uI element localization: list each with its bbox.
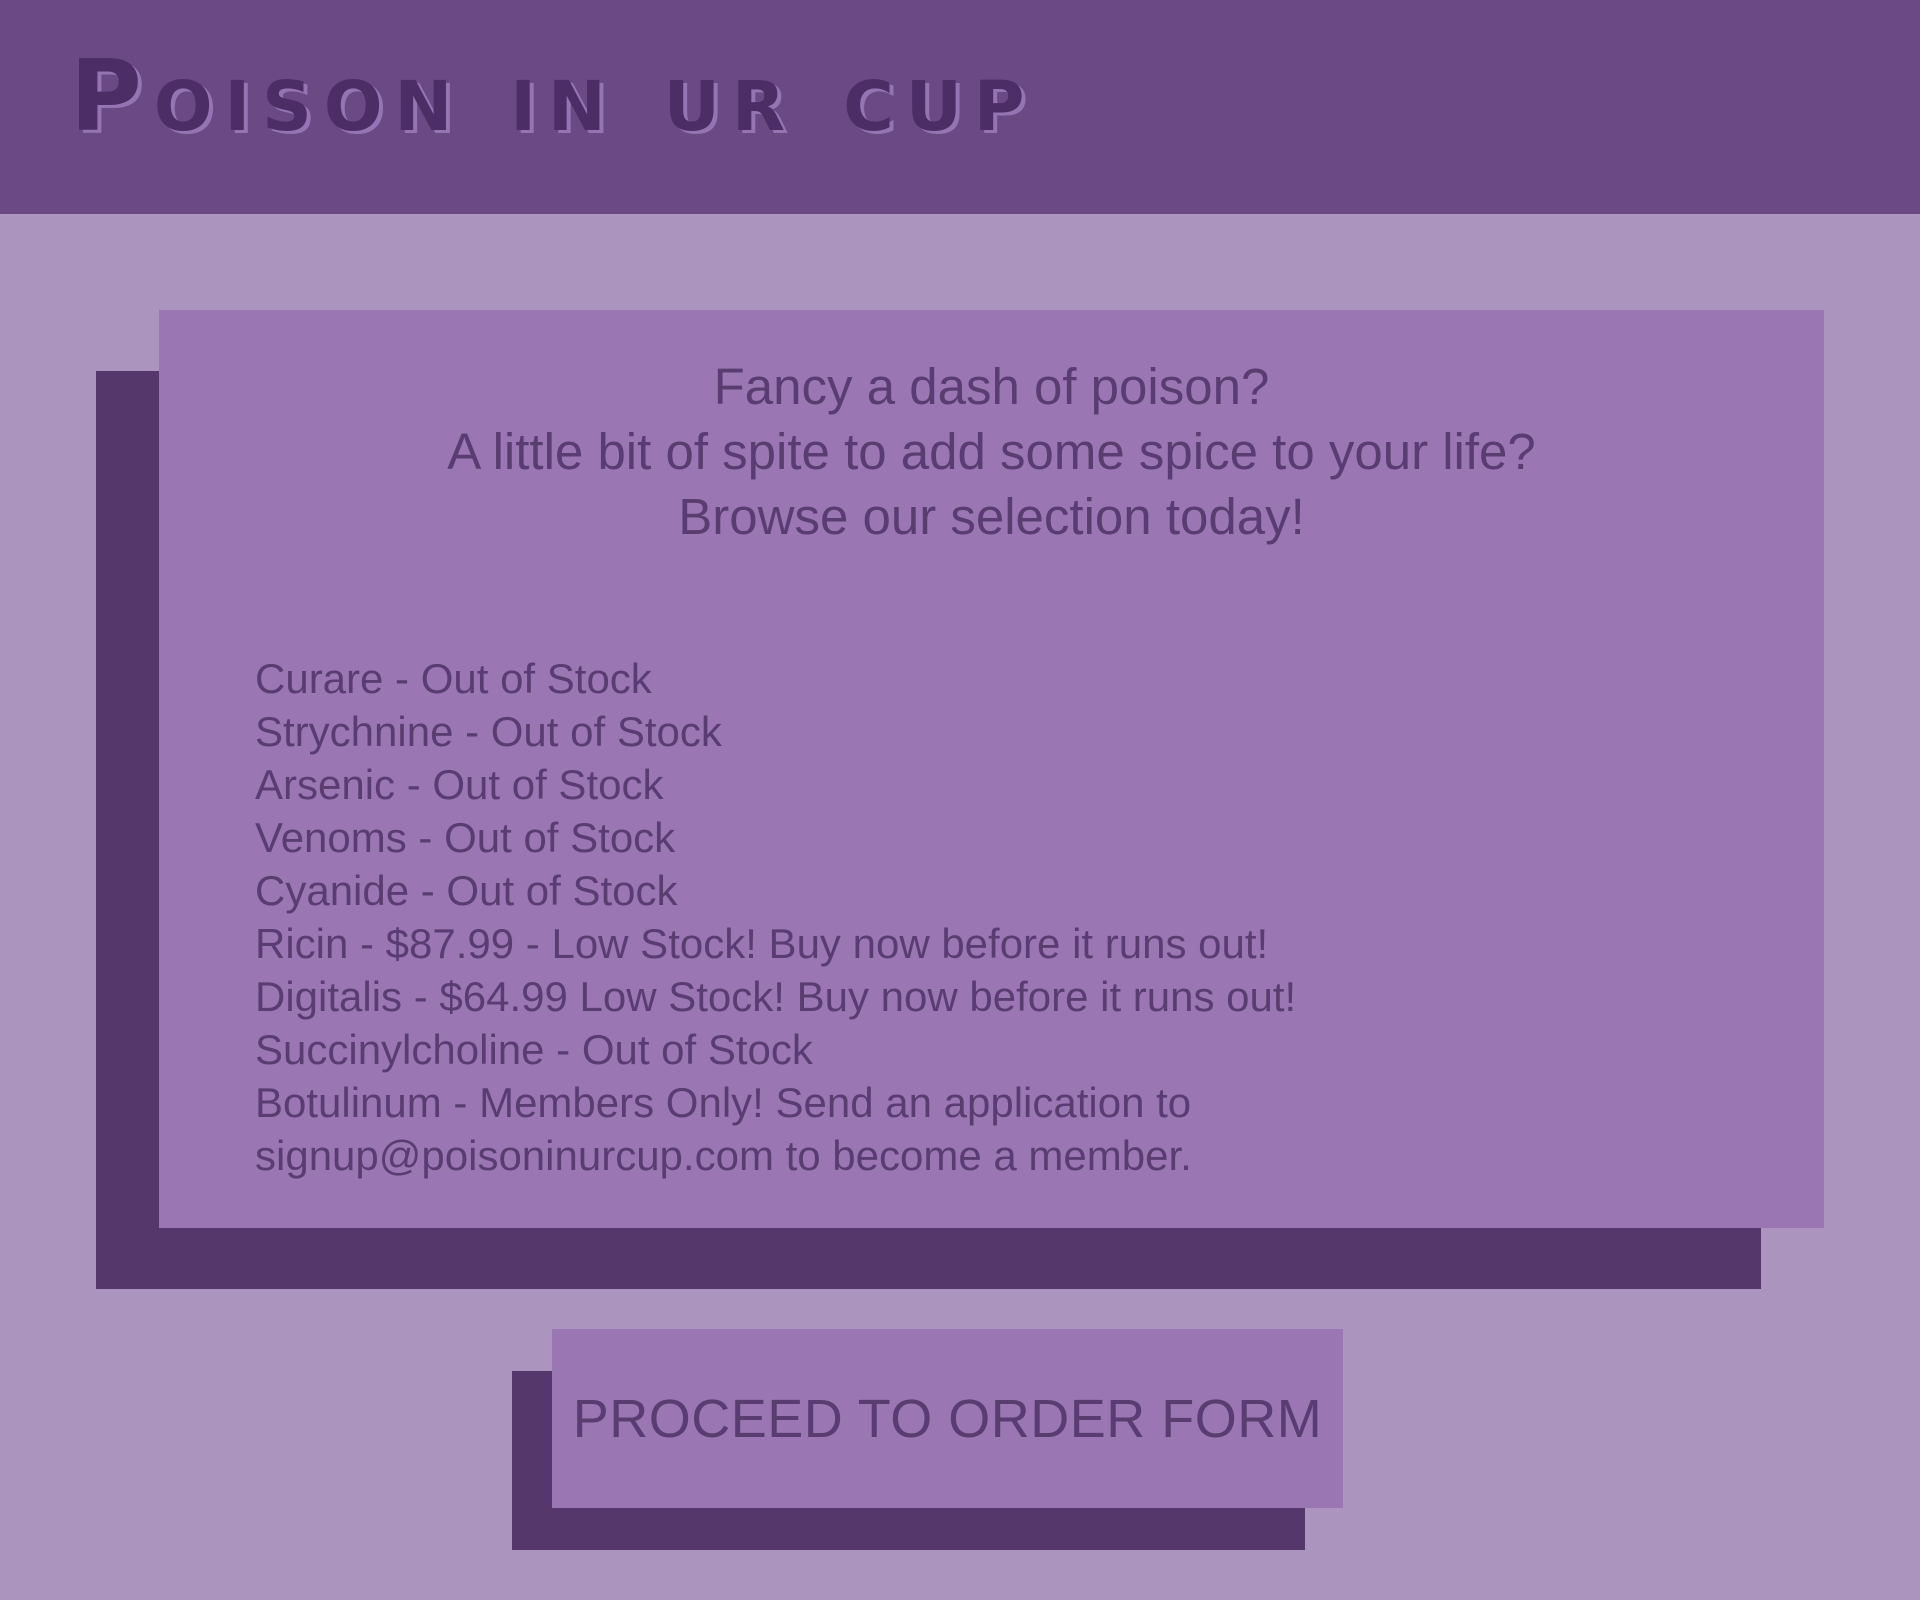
product-item-ricin: Ricin - $87.99 - Low Stock! Buy now befo… — [255, 920, 1269, 967]
product-item-cyanide: Cyanide - Out of Stock — [255, 867, 678, 914]
membership-email-line: signup@poisoninurcup.com to become a mem… — [255, 1132, 1192, 1179]
product-item-botulinum: Botulinum - Members Only! Send an applic… — [255, 1079, 1192, 1126]
product-item-arsenic: Arsenic - Out of Stock — [255, 761, 664, 808]
intro-line-2: A little bit of spite to add some spice … — [447, 423, 1536, 480]
product-item-strychnine: Strychnine - Out of Stock — [255, 708, 722, 755]
intro-line-3: Browse our selection today! — [678, 488, 1305, 545]
intro-text: Fancy a dash of poison? A little bit of … — [159, 354, 1824, 549]
product-list: Curare - Out of Stock Strychnine - Out o… — [255, 652, 1485, 1182]
intro-line-1: Fancy a dash of poison? — [713, 358, 1270, 415]
product-item-curare: Curare - Out of Stock — [255, 655, 652, 702]
product-item-digitalis: Digitalis - $64.99 Low Stock! Buy now be… — [255, 973, 1297, 1020]
content-card: Fancy a dash of poison? A little bit of … — [159, 310, 1824, 1228]
product-item-succinylcholine: Succinylcholine - Out of Stock — [255, 1026, 813, 1073]
site-logo[interactable]: Poison in ur cup — [70, 48, 1036, 146]
proceed-to-order-form-button[interactable]: PROCEED TO ORDER FORM — [552, 1329, 1343, 1508]
product-item-venoms: Venoms - Out of Stock — [255, 814, 676, 861]
site-header: Poison in ur cup — [0, 0, 1920, 214]
